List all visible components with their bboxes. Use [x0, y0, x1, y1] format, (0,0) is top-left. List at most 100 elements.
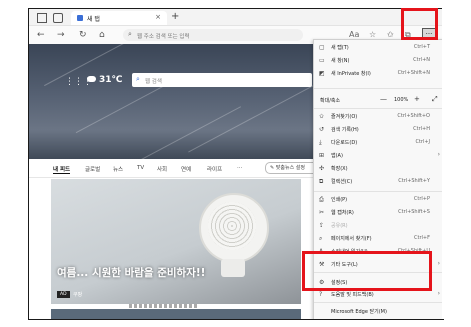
find-icon: ⌕ — [319, 235, 323, 242]
new-tab-favicon — [77, 15, 83, 21]
fullscreen-icon[interactable]: ⤢ — [432, 95, 438, 104]
submenu-arrow-icon: › — [437, 260, 440, 267]
tab-close-icon[interactable]: × — [155, 13, 161, 21]
menu-label: 새 창(N) — [331, 58, 350, 64]
weather-widget[interactable]: 31℃ — [87, 75, 122, 85]
menu-label: 다운로드(D) — [331, 140, 358, 146]
new-tab-icon: ▢ — [319, 44, 325, 51]
submenu-arrow-icon: › — [437, 151, 440, 158]
menu-shortcut: Ctrl+J — [415, 139, 430, 145]
menu-item-inprivate[interactable]: ◩ 새 InPrivate 창(I) Ctrl+Shift+N — [314, 68, 443, 79]
fan-stand — [221, 259, 245, 277]
menu-divider — [314, 88, 443, 89]
menu-label: 컬렉션(C) — [331, 179, 353, 185]
menu-item-extensions[interactable]: ✣ 확장(X) — [314, 163, 443, 174]
menu-label: 웹 캡처(R) — [331, 210, 354, 216]
weather-temp: 31℃ — [99, 75, 123, 85]
feed-tab-society[interactable]: 사회 — [157, 165, 167, 173]
apps-icon: ⊞ — [319, 152, 325, 159]
feed-tab-more[interactable]: ··· — [237, 165, 242, 171]
share-icon: ⇪ — [319, 222, 325, 229]
title-bar: 새 탭 × + — [29, 9, 443, 26]
tab-title: 새 탭 — [87, 16, 100, 23]
search-icon: ⌕ — [128, 30, 132, 38]
address-placeholder: 웹 주소 검색 또는 입력 — [137, 34, 190, 40]
fan-grill — [208, 202, 256, 250]
feed-card[interactable]: 여름... 시원한 바람을 준비하자!! AD 쿠팡 — [51, 179, 301, 304]
menu-item-new-tab[interactable]: ▢ 새 탭(T) Ctrl+T — [314, 42, 443, 53]
menu-item-new-window[interactable]: ▭ 새 창(N) Ctrl+N — [314, 55, 443, 66]
submenu-arrow-icon: › — [437, 290, 440, 297]
print-icon: ⎙ — [319, 196, 324, 203]
zoom-in-button[interactable]: + — [414, 95, 420, 103]
home-icon[interactable]: ⌂ — [99, 29, 105, 41]
favorites-icon: ✩ — [319, 113, 325, 120]
more-button-highlight — [401, 8, 438, 40]
web-search-box[interactable]: ⌕ 웹 검색 — [132, 73, 312, 87]
menu-label: 확장(X) — [331, 166, 348, 172]
extensions-icon: ✣ — [319, 165, 325, 172]
menu-label: 검색 기록(H) — [331, 127, 359, 133]
inprivate-icon: ◩ — [319, 70, 325, 77]
new-window-icon: ▭ — [319, 57, 325, 64]
tab-actions-icon[interactable] — [53, 13, 63, 23]
menu-shortcut: Ctrl+H — [413, 126, 430, 132]
download-icon: ⤓ — [319, 139, 322, 146]
feed-tab-global[interactable]: 글로벌 — [85, 165, 100, 173]
menu-item-print[interactable]: ⎙ 인쇄(P) Ctrl+P — [314, 194, 443, 205]
menu-divider — [314, 191, 443, 192]
menu-item-favorites[interactable]: ✩ 즐겨찾기(O) Ctrl+Shift+O — [314, 111, 443, 122]
menu-label: Microsoft Edge 닫기(M) — [331, 309, 387, 315]
menu-label: 인쇄(P) — [331, 197, 348, 203]
menu-label: 페이지에서 찾기(F) — [331, 236, 372, 242]
window-menu-icon[interactable] — [37, 13, 47, 23]
menu-item-history[interactable]: ↺ 검색 기록(H) Ctrl+H — [314, 124, 443, 135]
menu-label: 즐겨찾기(O) — [331, 114, 358, 120]
carousel-indicator[interactable] — [129, 304, 199, 308]
zoom-row: 확대/축소 — 100% + ⤢ — [314, 95, 443, 106]
web-search-placeholder: 웹 검색 — [145, 79, 162, 85]
menu-label: 새 탭(T) — [331, 45, 349, 51]
menu-item-share[interactable]: ⇪ 공유(R) — [314, 220, 443, 231]
cloud-icon — [87, 76, 96, 82]
help-icon: ? — [319, 291, 323, 298]
web-capture-icon: ✂ — [319, 209, 325, 216]
address-bar[interactable]: ⌕ 웹 주소 검색 또는 입력 — [123, 29, 303, 41]
bing-search-icon: ⌕ — [136, 75, 140, 83]
menu-item-collections[interactable]: ⧉ 컬렉션(C) Ctrl+Shift+Y — [314, 176, 443, 187]
menu-label: 도움말 및 피드백(B) — [331, 292, 374, 298]
back-icon[interactable]: ← — [37, 29, 45, 41]
forward-icon[interactable]: → — [57, 29, 65, 41]
feed-tab-life[interactable]: 라이프 — [207, 165, 222, 173]
feed-tab-my-feed[interactable]: 내 피드 — [53, 165, 71, 174]
card-source: 쿠팡 — [73, 292, 83, 298]
menu-divider — [314, 108, 443, 109]
refresh-icon[interactable]: ↻ — [79, 29, 87, 41]
menu-item-apps[interactable]: ⊞ 앱(A) › — [314, 150, 443, 161]
menu-item-find-on-page[interactable]: ⌕ 페이지에서 찾기(F) Ctrl+F — [314, 233, 443, 244]
menu-shortcut: Ctrl+Shift+Y — [398, 178, 430, 184]
zoom-out-button[interactable]: — — [380, 95, 387, 103]
menu-shortcut: Ctrl+T — [413, 44, 430, 50]
menu-shortcut: Ctrl+Shift+O — [397, 113, 430, 119]
menu-item-downloads[interactable]: ⤓ 다운로드(D) Ctrl+J — [314, 137, 443, 148]
feed-tab-news[interactable]: 뉴스 — [113, 165, 123, 173]
ad-badge: AD — [57, 291, 70, 298]
menu-shortcut: Ctrl+Shift+N — [397, 70, 430, 76]
menu-label: 공유(R) — [331, 223, 348, 229]
collections-icon: ⧉ — [319, 178, 324, 185]
zoom-value: 100% — [394, 97, 409, 103]
feed-tab-tv[interactable]: TV — [137, 165, 144, 171]
card-headline[interactable]: 여름... 시원한 바람을 준비하자!! — [57, 265, 205, 280]
zoom-label: 확대/축소 — [320, 98, 341, 104]
menu-shortcut: Ctrl+P — [413, 196, 430, 202]
tab-new-tab[interactable]: 새 탭 × — [71, 11, 167, 25]
menu-item-close-edge[interactable]: Microsoft Edge 닫기(M) — [314, 306, 443, 317]
menu-label: 앱(A) — [331, 153, 343, 159]
menu-item-web-capture[interactable]: ✂ 웹 캡처(R) Ctrl+Shift+S — [314, 207, 443, 218]
new-tab-button[interactable]: + — [171, 11, 179, 23]
feed-tab-entertainment[interactable]: 연예 — [181, 165, 191, 173]
settings-item-highlight — [302, 251, 432, 291]
next-card-preview — [51, 309, 301, 319]
menu-shortcut: Ctrl+N — [413, 57, 430, 63]
